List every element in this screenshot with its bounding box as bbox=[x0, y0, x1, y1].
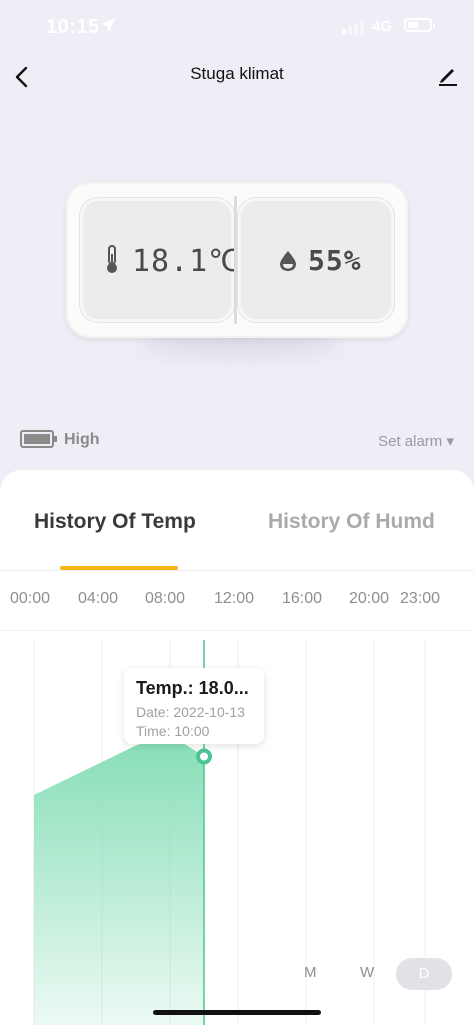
status-battery-icon bbox=[404, 18, 435, 32]
time-axis-labels: 00:00 04:00 08:00 12:00 16:00 20:00 23:0… bbox=[0, 590, 474, 614]
x-tick-label: 12:00 bbox=[214, 590, 255, 607]
tooltip-time: Time: 10:00 bbox=[136, 723, 210, 739]
status-bar: 10:15 4G bbox=[0, 0, 474, 58]
tooltip-title: Temp.: 18.0... bbox=[136, 678, 249, 698]
status-time: 10:15 bbox=[46, 16, 100, 38]
range-week-button[interactable]: W bbox=[360, 964, 374, 981]
thermometer-icon bbox=[107, 245, 117, 273]
temperature-panel: 18.1℃ bbox=[80, 198, 242, 322]
battery-level-label: High bbox=[64, 431, 100, 448]
humidity-reading: 55% bbox=[308, 244, 362, 277]
tab-history-temp[interactable]: History Of Temp bbox=[34, 510, 196, 534]
x-tick-label: 20:00 bbox=[349, 590, 390, 607]
battery-alarm-row: High Set alarm ▾ bbox=[20, 428, 460, 454]
range-month-button[interactable]: M bbox=[304, 964, 317, 981]
axis-separator bbox=[0, 630, 474, 631]
sensor-device: 18.1℃ 55% bbox=[66, 182, 408, 338]
droplet-icon bbox=[280, 251, 296, 271]
chart-point[interactable] bbox=[196, 748, 212, 765]
range-selector: M W D bbox=[0, 958, 474, 990]
tab-history-humd[interactable]: History Of Humd bbox=[268, 510, 435, 534]
x-tick-label: 00:00 bbox=[10, 590, 51, 607]
tabs-separator bbox=[0, 570, 474, 571]
x-tick-label: 08:00 bbox=[145, 590, 186, 607]
battery-icon bbox=[20, 430, 57, 448]
history-sheet: History Of Temp History Of Humd 00:00 04… bbox=[0, 470, 474, 1025]
signal-icon bbox=[342, 20, 364, 34]
x-tick-label: 04:00 bbox=[78, 590, 119, 607]
home-indicator bbox=[153, 1010, 321, 1015]
chart-tooltip: Temp.: 18.0... Date: 2022-10-13 Time: 10… bbox=[124, 668, 264, 744]
device-divider bbox=[234, 196, 237, 324]
tooltip-date: Date: 2022-10-13 bbox=[136, 704, 245, 720]
network-type: 4G bbox=[372, 18, 393, 35]
set-alarm-button[interactable]: Set alarm ▾ bbox=[378, 432, 454, 450]
page-title: Stuga klimat bbox=[190, 64, 284, 83]
humidity-panel: 55% bbox=[238, 198, 394, 322]
pencil-icon[interactable] bbox=[436, 63, 460, 87]
x-tick-label: 23:00 bbox=[400, 590, 441, 607]
x-tick-label: 16:00 bbox=[282, 590, 323, 607]
range-day-button[interactable]: D bbox=[396, 958, 452, 990]
nav-bar: Stuga klimat bbox=[0, 58, 474, 102]
location-arrow-icon bbox=[101, 18, 115, 32]
temperature-reading: 18.1℃ bbox=[132, 244, 243, 279]
